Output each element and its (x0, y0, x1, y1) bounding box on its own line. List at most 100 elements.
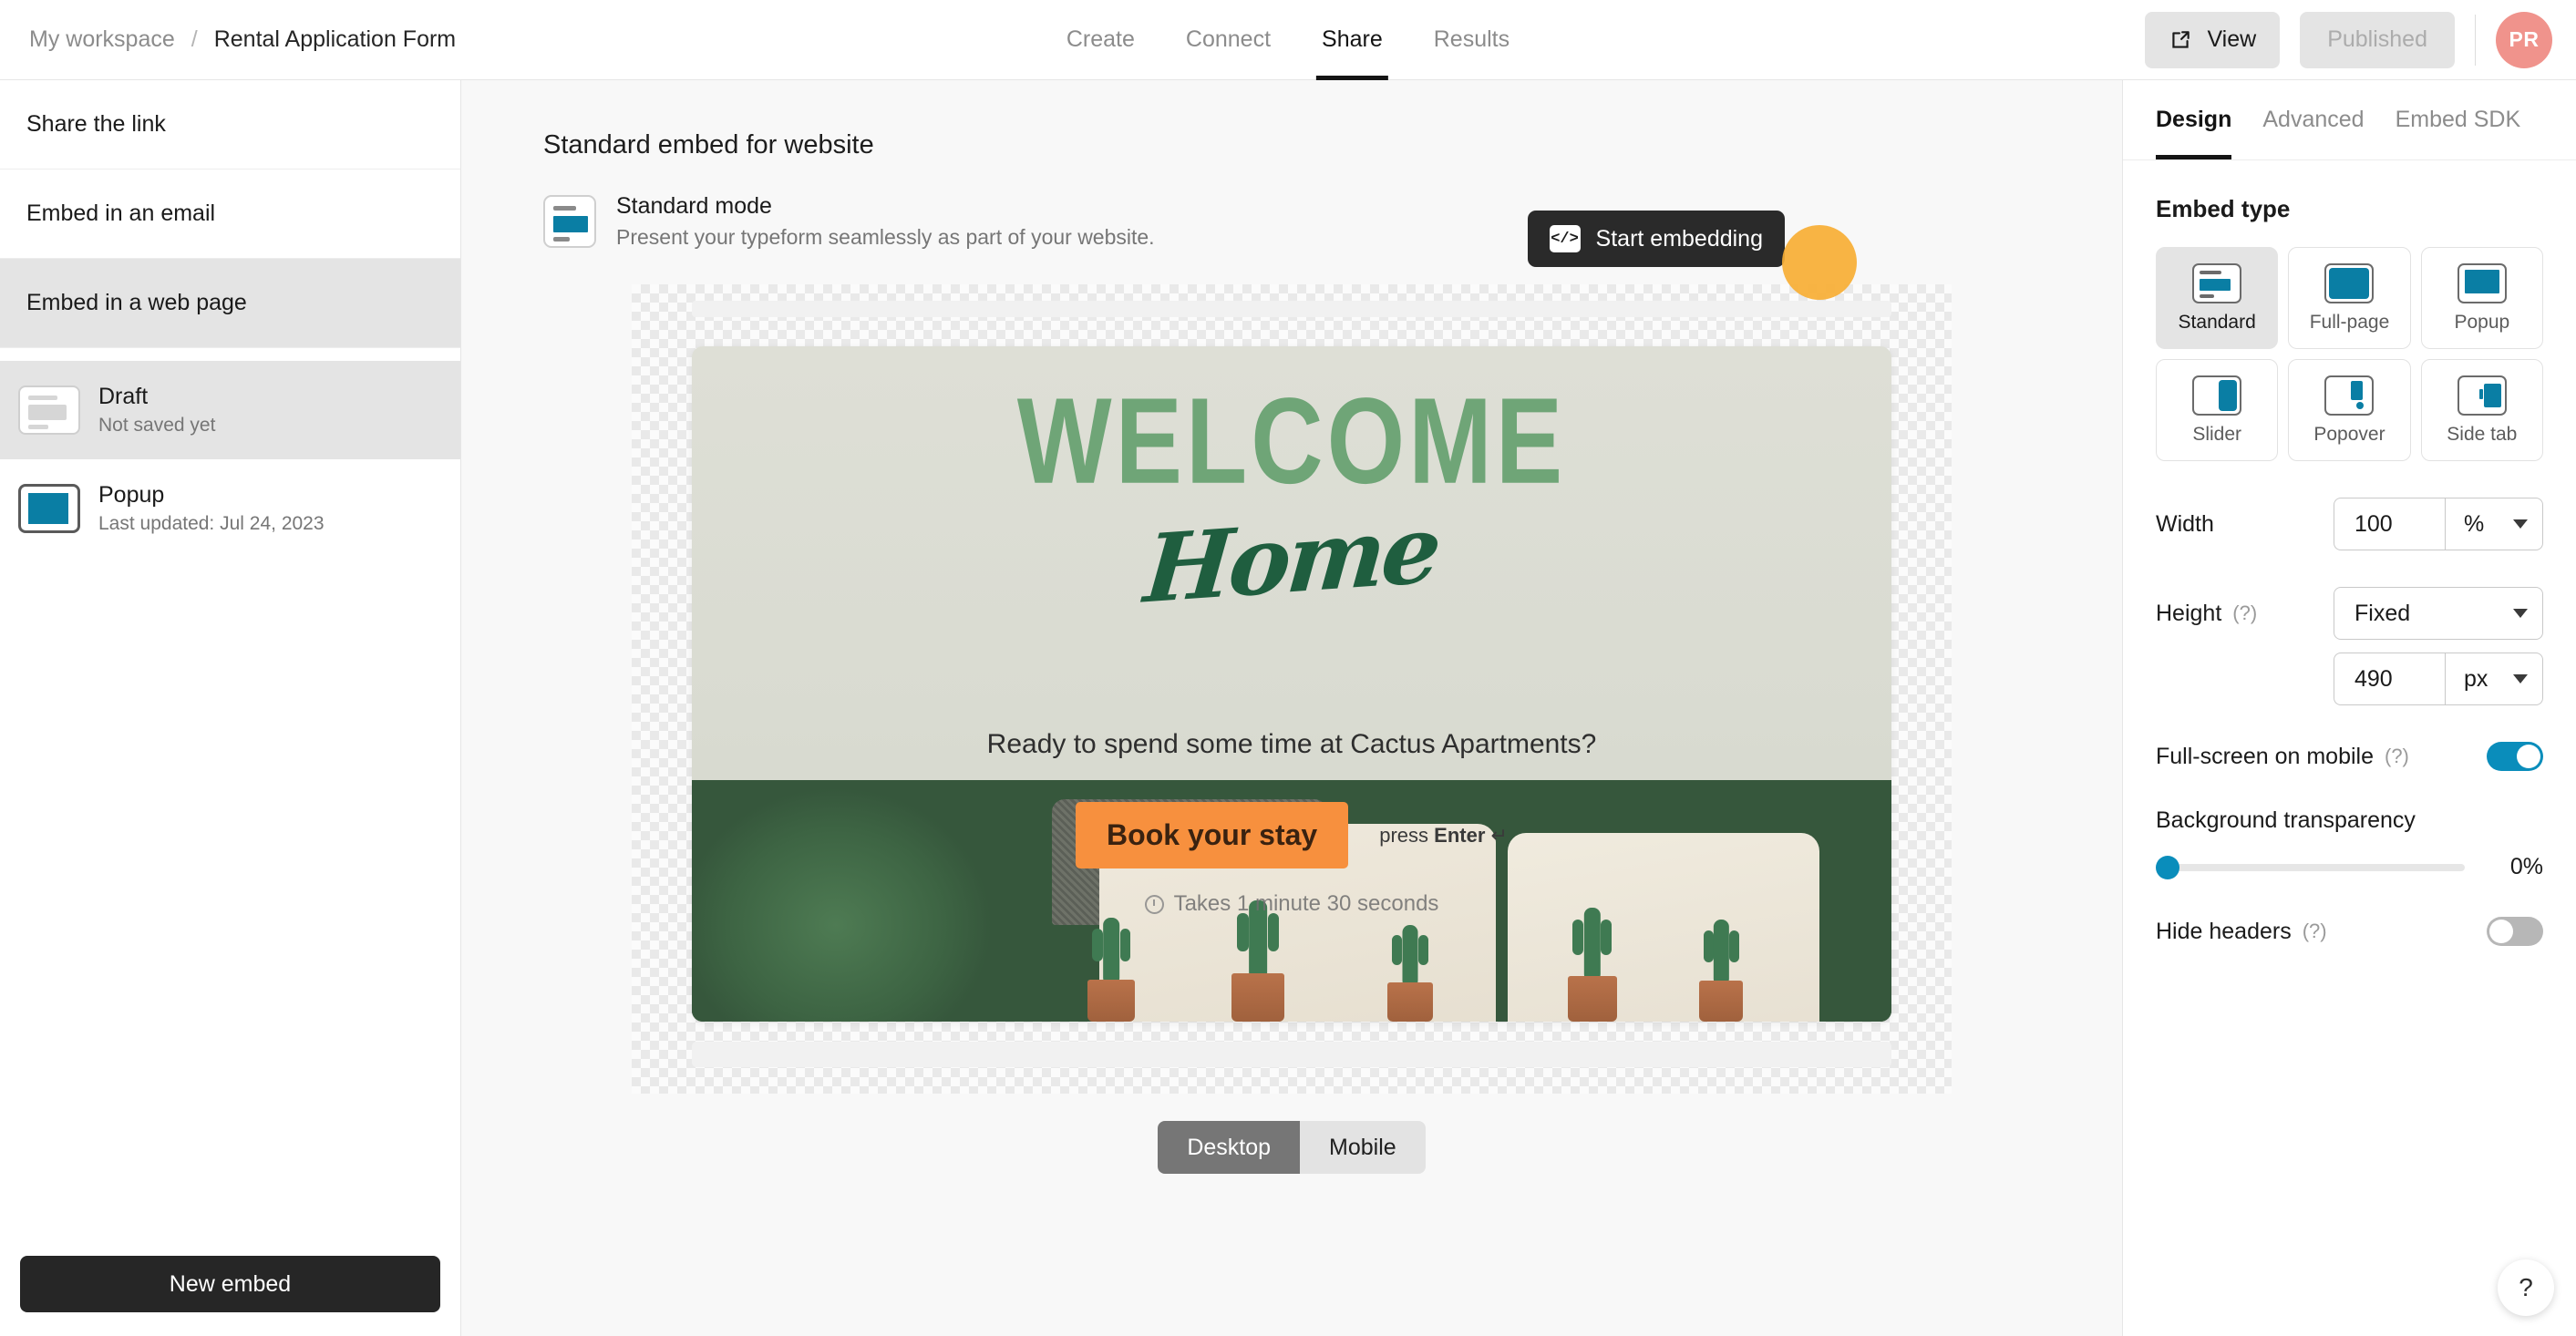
embed-type-slider-label: Slider (2192, 423, 2242, 445)
main-nav-tabs: Create Connect Share Results (1041, 0, 1535, 80)
breadcrumb-form-title[interactable]: Rental Application Form (214, 26, 456, 53)
transparency-checkerboard: WELCOME Home Ready to spend some time at… (632, 284, 1952, 1094)
height-label: Height (?) (2156, 600, 2258, 626)
tab-create[interactable]: Create (1041, 0, 1160, 80)
draft-text: Draft Not saved yet (98, 384, 215, 437)
popup-name: Popup (98, 482, 165, 508)
popup-thumbnail-icon (18, 484, 80, 533)
breadcrumb-separator: / (191, 26, 198, 52)
side-tab-embed-icon (2457, 375, 2507, 416)
header-divider (2475, 14, 2476, 66)
tab-embed-sdk[interactable]: Embed SDK (2396, 80, 2521, 159)
view-button[interactable]: View (2145, 11, 2281, 68)
tab-connect[interactable]: Connect (1160, 0, 1296, 80)
popover-embed-icon (2324, 375, 2375, 416)
background-transparency-value: 0% (2509, 854, 2543, 879)
popup-text: Popup Last updated: Jul 24, 2023 (98, 482, 325, 535)
height-help-icon[interactable]: (?) (2232, 601, 2257, 625)
slider-knob[interactable] (2156, 855, 2179, 879)
draft-name: Draft (98, 384, 149, 409)
hide-headers-row: Hide headers (?) (2123, 917, 2576, 946)
app-root: My workspace / Rental Application Form C… (0, 0, 2576, 1336)
hide-headers-help-icon[interactable]: (?) (2303, 920, 2327, 943)
published-button[interactable]: Published (2300, 11, 2455, 68)
tab-advanced[interactable]: Advanced (2262, 80, 2364, 159)
embed-list: Draft Not saved yet Popup Last updated: … (0, 348, 460, 558)
height-mode-value: Fixed (2354, 600, 2411, 626)
height-input[interactable] (2334, 653, 2445, 705)
hide-headers-label: Hide headers (?) (2156, 918, 2327, 944)
width-unit-select[interactable]: % (2445, 498, 2543, 550)
left-sidebar: Share the link Embed in an email Embed i… (0, 80, 461, 1336)
start-embedding-wrap: </> Start embedding (1527, 211, 1785, 267)
page-title: Standard embed for website (543, 130, 874, 159)
fullscreen-mobile-toggle[interactable] (2487, 742, 2543, 771)
height-mode-select[interactable]: Fixed (2334, 587, 2543, 640)
avatar-initials: PR (2509, 27, 2540, 51)
toggle-knob (2517, 745, 2540, 768)
background-transparency-slider[interactable] (2156, 855, 2465, 879)
height-mode-controls: Fixed (2334, 587, 2543, 640)
embed-type-popover[interactable]: Popover (2288, 359, 2411, 461)
app-body: Share the link Embed in an email Embed i… (0, 80, 2576, 1336)
breadcrumb-workspace[interactable]: My workspace (29, 26, 175, 53)
embed-type-standard[interactable]: Standard (2156, 247, 2279, 349)
preview-zone: WELCOME Home Ready to spend some time at… (461, 250, 2122, 1336)
embed-type-popup[interactable]: Popup (2420, 247, 2543, 349)
sidebar-footer: New embed (0, 1256, 460, 1336)
list-item-popup[interactable]: Popup Last updated: Jul 24, 2023 (0, 459, 460, 558)
height-unit-select[interactable]: px (2445, 653, 2543, 705)
slider-embed-icon (2192, 375, 2242, 416)
width-label: Width (2156, 510, 2214, 537)
hide-headers-toggle[interactable] (2487, 917, 2543, 946)
tab-design[interactable]: Design (2156, 80, 2232, 159)
height-value-row: px (2123, 653, 2576, 705)
tab-share[interactable]: Share (1296, 0, 1408, 80)
header-actions: View Published PR (2145, 11, 2576, 68)
list-item-draft[interactable]: Draft Not saved yet (0, 361, 460, 459)
embed-type-slider[interactable]: Slider (2156, 359, 2279, 461)
embed-type-full-page[interactable]: Full-page (2288, 247, 2411, 349)
embed-type-popover-label: Popover (2313, 423, 2385, 445)
avatar[interactable]: PR (2496, 11, 2552, 68)
mock-page-bar-top (692, 301, 1891, 317)
embed-type-grid: Standard Full-page Popup Slider Popover … (2156, 247, 2543, 461)
hide-headers-toggle-wrap (2487, 917, 2543, 946)
right-settings-panel: Design Advanced Embed SDK Embed type Sta… (2122, 80, 2576, 1336)
background-transparency-row: Background transparency (2123, 807, 2576, 834)
embed-preview-frame[interactable]: WELCOME Home Ready to spend some time at… (692, 346, 1891, 1022)
book-your-stay-button[interactable]: Book your stay (1076, 802, 1349, 868)
sidebar-item-share-the-link[interactable]: Share the link (0, 80, 460, 170)
fullscreen-mobile-row: Full-screen on mobile (?) (2123, 742, 2576, 771)
preview-question: Ready to spend some time at Cactus Apart… (986, 729, 1597, 759)
full-page-embed-icon (2324, 262, 2375, 303)
start-embedding-label: Start embedding (1595, 225, 1763, 252)
device-desktop-button[interactable]: Desktop (1158, 1121, 1301, 1174)
embed-type-section: Embed type Standard Full-page Popup Slid… (2123, 160, 2576, 461)
embed-type-side-tab[interactable]: Side tab (2420, 359, 2543, 461)
main-header: Standard embed for website Standard mode… (461, 80, 2122, 300)
press-enter-hint: press Enter ↵ (1379, 823, 1508, 847)
background-transparency-label: Background transparency (2156, 807, 2416, 833)
cactus-5 (1699, 914, 1744, 1022)
width-input[interactable] (2334, 498, 2445, 550)
preview-duration: Takes 1 minute 30 seconds (1144, 891, 1439, 917)
chevron-down-icon (2513, 674, 2528, 683)
standard-embed-icon (2192, 262, 2242, 303)
sidebar-item-embed-in-an-email[interactable]: Embed in an email (0, 170, 460, 259)
help-button[interactable]: ? (2498, 1259, 2554, 1316)
code-icon: </> (1549, 225, 1581, 252)
standard-mode-icon (543, 195, 596, 248)
start-embedding-button[interactable]: </> Start embedding (1527, 211, 1785, 267)
fullscreen-help-icon[interactable]: (?) (2385, 745, 2409, 768)
chevron-down-icon (2513, 519, 2528, 529)
preview-duration-label: Takes 1 minute 30 seconds (1173, 891, 1439, 916)
standard-mode-name: Standard mode (616, 193, 772, 219)
sidebar-item-embed-in-a-web-page[interactable]: Embed in a web page (0, 259, 460, 348)
standard-mode-text: Standard mode Present your typeform seam… (616, 193, 1155, 250)
device-mobile-button[interactable]: Mobile (1300, 1121, 1426, 1174)
pillow-right (1507, 833, 1820, 1022)
new-embed-button[interactable]: New embed (20, 1256, 440, 1312)
view-button-label: View (2207, 26, 2257, 52)
tab-results[interactable]: Results (1408, 0, 1535, 80)
